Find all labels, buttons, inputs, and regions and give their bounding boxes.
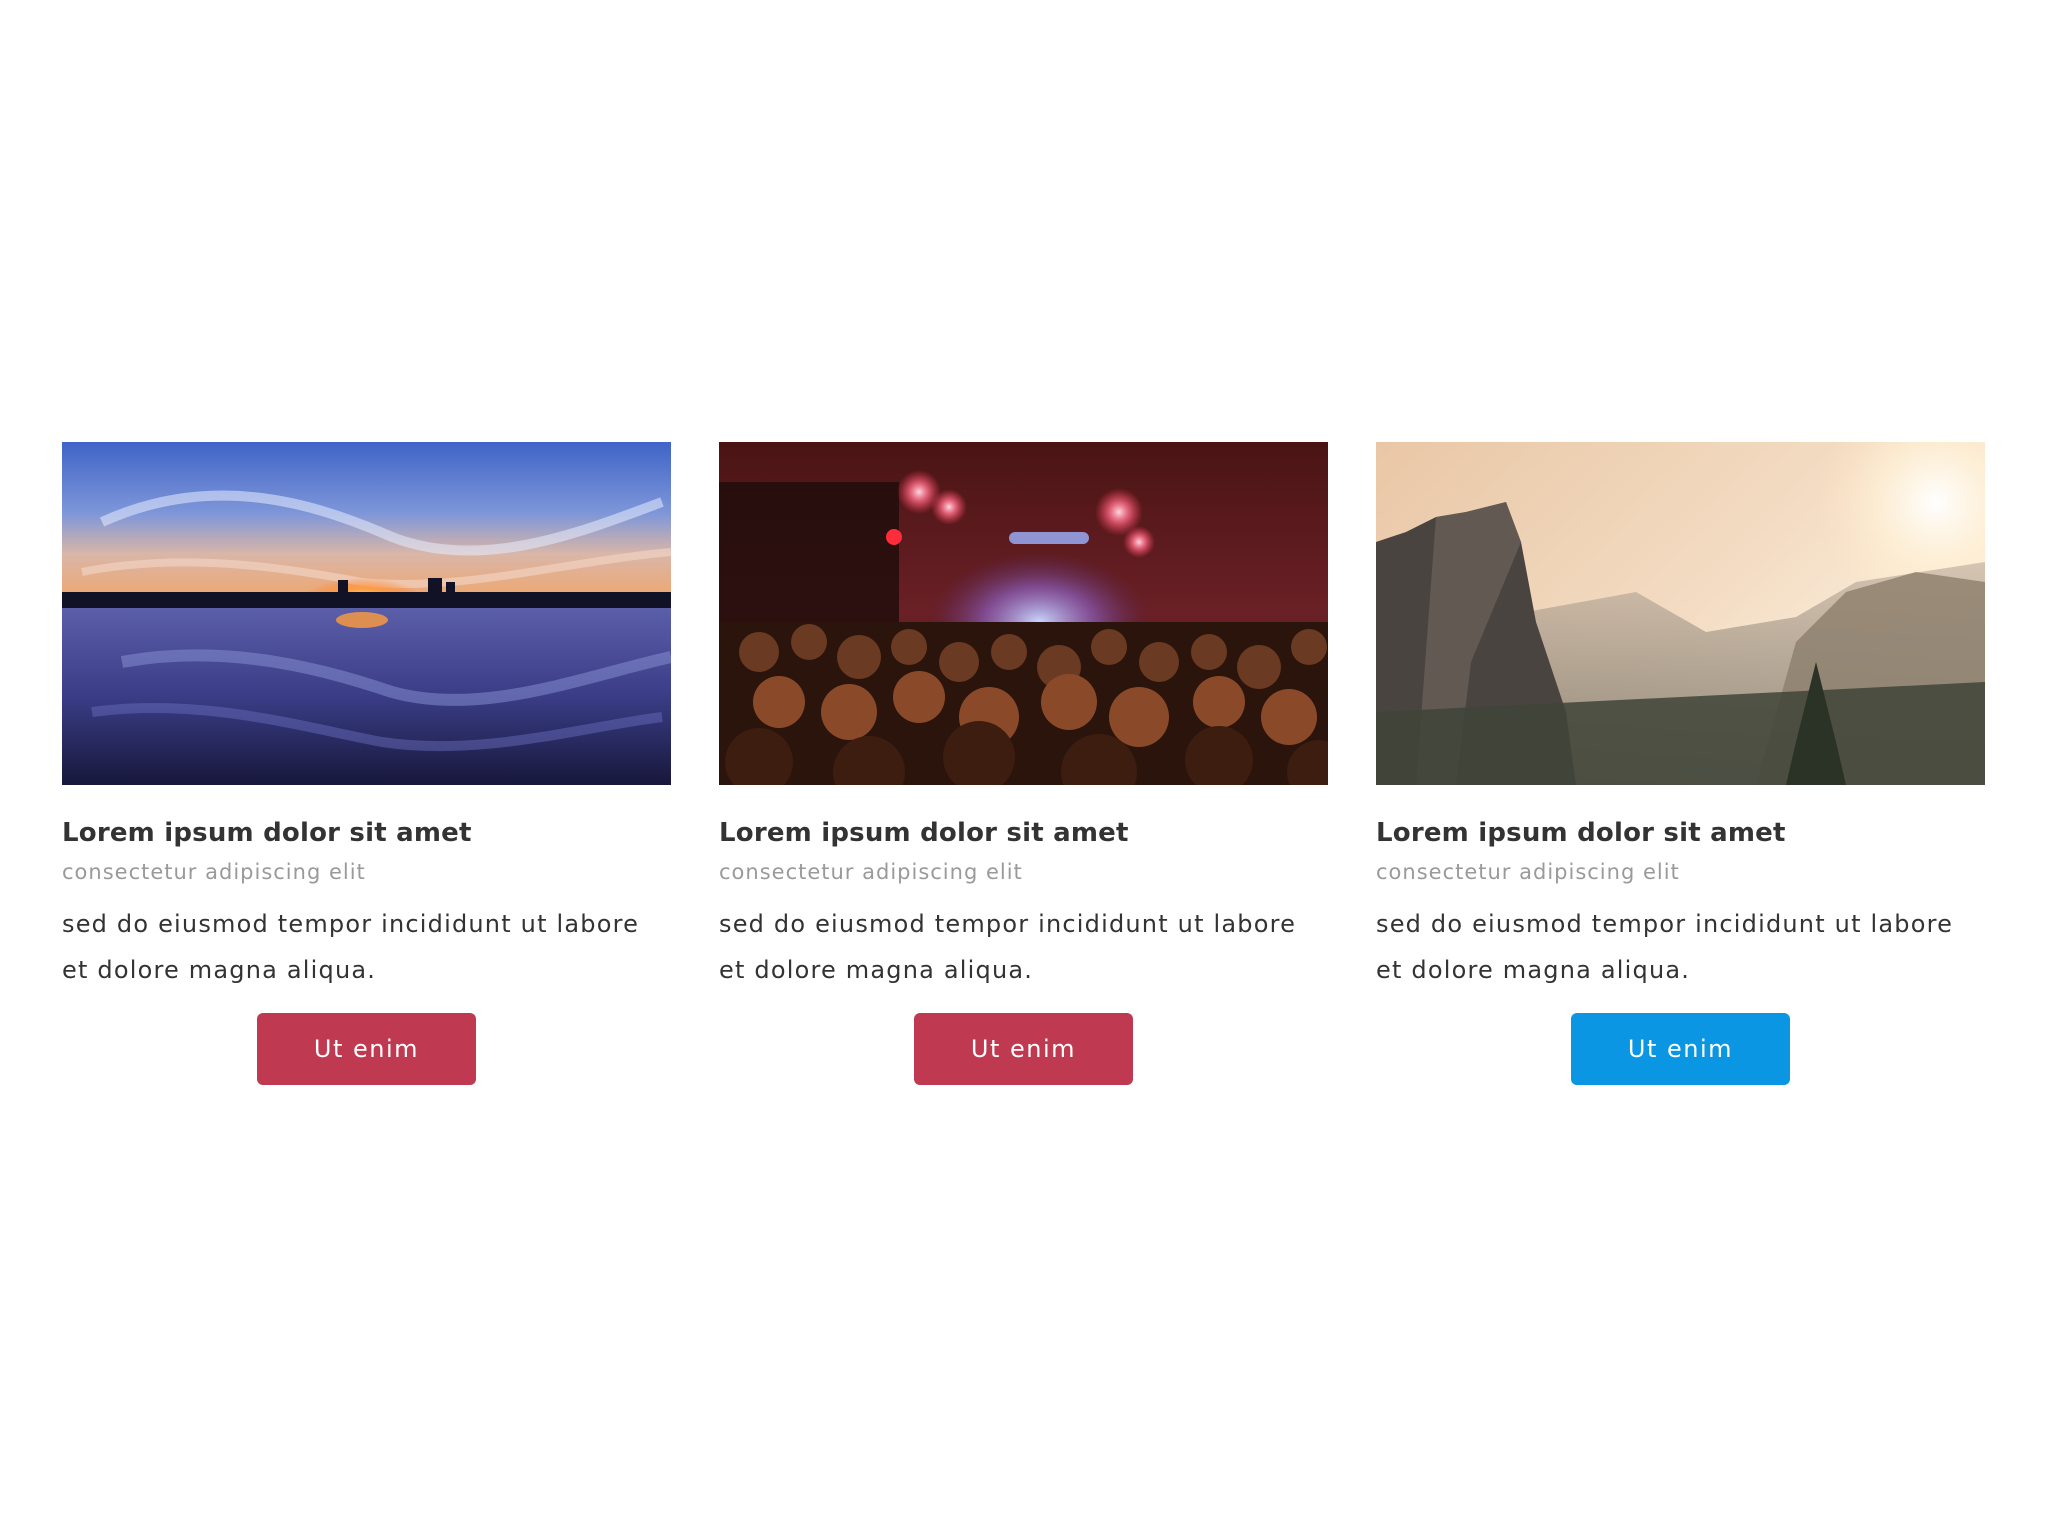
mountain-valley-image (1376, 442, 1985, 785)
card-title: Lorem ipsum dolor sit amet (1376, 818, 1786, 848)
card-description: sed do eiusmod tempor incididunt ut labo… (62, 910, 640, 984)
card-subtitle: consectetur adipiscing elit (62, 860, 366, 884)
card-title: Lorem ipsum dolor sit amet (62, 818, 472, 848)
card-concert: Lorem ipsum dolor sit amet consectetur a… (719, 442, 1328, 1085)
concert-crowd-image (719, 442, 1328, 785)
ut-enim-button[interactable]: Ut enim (1571, 1013, 1790, 1085)
card-description: sed do eiusmod tempor incididunt ut labo… (719, 910, 1297, 984)
ut-enim-button[interactable]: Ut enim (914, 1013, 1133, 1085)
lake-sunset-image (62, 442, 671, 785)
ut-enim-button[interactable]: Ut enim (257, 1013, 476, 1085)
card-mountains: Lorem ipsum dolor sit amet consectetur a… (1376, 442, 1985, 1085)
card-title: Lorem ipsum dolor sit amet (719, 818, 1129, 848)
card-lake-sunset: Lorem ipsum dolor sit amet consectetur a… (62, 442, 671, 1085)
card-subtitle: consectetur adipiscing elit (1376, 860, 1680, 884)
card-subtitle: consectetur adipiscing elit (719, 860, 1023, 884)
card-actions: Ut enim (62, 1013, 671, 1085)
card-actions: Ut enim (1376, 1013, 1985, 1085)
card-actions: Ut enim (719, 1013, 1328, 1085)
card-description: sed do eiusmod tempor incididunt ut labo… (1376, 910, 1954, 984)
card-list: Lorem ipsum dolor sit amet consectetur a… (62, 442, 1986, 1085)
